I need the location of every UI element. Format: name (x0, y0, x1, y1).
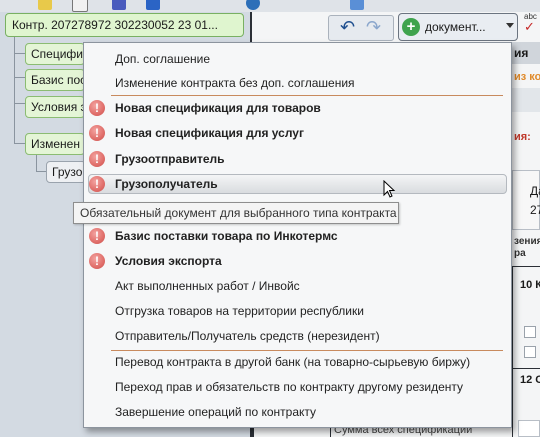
menu-item-complete-operations[interactable]: Завершение операций по контракту (115, 405, 316, 419)
menu-item-rights-transfer[interactable]: Переход прав и обязательств по контракту… (115, 380, 463, 394)
word-icon[interactable] (146, 0, 160, 10)
spellcheck-icon[interactable]: ✓ (524, 20, 538, 34)
chevron-down-icon (506, 23, 514, 28)
menu-item-export-conditions[interactable]: Условия экспорта (115, 254, 222, 268)
tree-node-change[interactable]: Изменен (25, 133, 85, 155)
required-icon: ! (89, 100, 105, 116)
menu-item-consignee[interactable]: Грузополучатель (115, 177, 218, 191)
plus-icon: + (402, 18, 420, 36)
undo-icon[interactable]: ↶ (340, 16, 355, 38)
menu-item-services-specification[interactable]: Новая спецификация для услуг (115, 126, 304, 140)
history-buttons (328, 15, 394, 41)
checkbox[interactable] (524, 326, 536, 338)
checkbox[interactable] (524, 346, 536, 358)
grid-line (512, 266, 513, 437)
menu-item-contract-change[interactable]: Изменение контракта без доп. соглашения (115, 76, 355, 90)
tree-node-specification[interactable]: Специфи (25, 43, 85, 65)
menu-separator (111, 95, 503, 96)
arrow-down-icon[interactable] (350, 0, 364, 10)
required-icon: ! (89, 176, 105, 192)
tree-node-export-conditions[interactable]: Условия э (25, 96, 85, 118)
contract-breadcrumb[interactable]: Контр. 207278972 302230052 23 01... (5, 13, 244, 37)
required-icon: ! (89, 151, 105, 167)
tooltip: Обязательный документ для выбранного тип… (73, 202, 399, 224)
menu-item-act-invoice[interactable]: Акт выполненных работ / Инвойс (115, 279, 300, 293)
required-icon: ! (89, 125, 105, 141)
header-fragment: ия (514, 46, 529, 60)
menu-separator (111, 350, 503, 351)
toolbar-strip (512, 88, 540, 112)
red-fragment: ия: (514, 131, 531, 143)
grid-line (512, 368, 540, 369)
section-fragment: зения (514, 236, 540, 247)
menu-item-consignor[interactable]: Грузоотправитель (115, 152, 225, 166)
required-icon: ! (89, 253, 105, 269)
menu-item-shipment[interactable]: Отгрузка товаров на территории республик… (115, 304, 364, 318)
print-icon[interactable] (112, 0, 126, 10)
column-12-header: 12 С (520, 374, 540, 386)
mouse-cursor-icon (383, 180, 396, 198)
menu-item-supplementary-agreement[interactable]: Доп. соглашение (115, 52, 210, 66)
value-cell[interactable] (518, 420, 540, 437)
menu-item-incoterms[interactable]: Базис поставки товара по Инкотермс (115, 229, 338, 243)
add-document-label: документ... (425, 20, 486, 34)
menu-item-sender-receiver[interactable]: Отправитель/Получатель средств (нерезиде… (115, 329, 380, 343)
date-value: 27 (530, 203, 540, 217)
date-cell (512, 170, 540, 230)
tree-node-delivery-basis[interactable]: Базис пос (25, 69, 85, 91)
section-fragment-2: ра (514, 248, 526, 259)
required-icon: ! (89, 228, 105, 244)
redo-icon[interactable]: ↷ (366, 16, 381, 38)
orange-fragment: из кон (514, 71, 540, 83)
folder-icon[interactable] (38, 0, 52, 10)
menu-item-bank-transfer[interactable]: Перевод контракта в другой банк (на това… (115, 355, 470, 369)
document-icon[interactable] (72, 0, 88, 12)
date-label: Да (530, 184, 540, 198)
menu-item-goods-specification[interactable]: Новая спецификация для товаров (115, 101, 321, 115)
column-10-header: 10 К (520, 279, 540, 291)
tree-node-consignor[interactable]: Грузо (46, 161, 86, 183)
